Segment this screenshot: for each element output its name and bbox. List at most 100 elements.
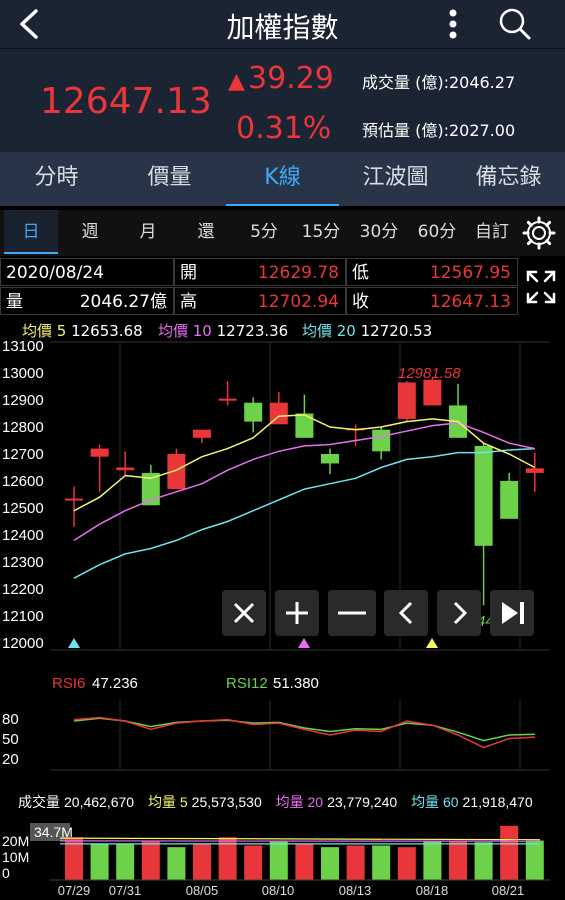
- candle-body: [321, 454, 339, 464]
- volume-bar: [116, 843, 135, 880]
- price-axis-label: 13100: [2, 338, 44, 355]
- period-week[interactable]: 週: [62, 210, 118, 254]
- period-5min[interactable]: 5分: [236, 210, 292, 254]
- price-axis-label: 12100: [2, 608, 44, 625]
- volume-bar: [449, 840, 467, 880]
- end-icon[interactable]: [490, 590, 534, 636]
- low-label: 低: [352, 263, 369, 283]
- ma20-marker: [68, 638, 80, 648]
- volume-bar: [141, 840, 160, 880]
- close-value: 12647.13: [429, 292, 511, 312]
- high-value: 12702.94: [257, 292, 339, 312]
- high-cell: 高 12702.94: [174, 287, 346, 315]
- rsi-axis-50: 50: [2, 731, 19, 748]
- close-cell: 收 12647.13: [346, 287, 518, 315]
- prev-icon[interactable]: [384, 590, 428, 636]
- candle-body: [65, 498, 83, 501]
- open-cell: 開 12629.78: [174, 258, 346, 286]
- rsi-axis-80: 80: [2, 711, 19, 728]
- volume-ma5-line: [59, 837, 541, 841]
- date-cell: 2020/08/24: [0, 258, 174, 286]
- tab-price-volume[interactable]: 價量: [113, 152, 226, 206]
- date-label: 08/21: [492, 883, 525, 898]
- price-axis-label: 12400: [2, 527, 44, 544]
- candle-body: [397, 382, 416, 419]
- volume-bar: [295, 843, 314, 880]
- price-axis-label: 12800: [2, 419, 44, 436]
- period-15min[interactable]: 15分: [292, 210, 350, 254]
- price-axis-label: 12600: [2, 473, 44, 490]
- volume-bar: [346, 845, 365, 880]
- candle-body: [474, 445, 493, 546]
- tab-intraday[interactable]: 分時: [0, 152, 113, 206]
- open-label: 開: [180, 263, 197, 283]
- tab-wave[interactable]: 江波圖: [339, 152, 452, 206]
- gear-icon[interactable]: [520, 214, 558, 252]
- rsi6-label: RSI6: [52, 675, 85, 692]
- page-title: 加權指數: [226, 11, 339, 44]
- date-label: 07/31: [109, 883, 142, 898]
- volume-legend: 成交量 20,462,670 均量 5 25,573,530 均量 20 23,779…: [18, 794, 533, 810]
- close-icon[interactable]: [222, 590, 266, 636]
- period-60min[interactable]: 60分: [408, 210, 466, 254]
- kline-chart[interactable]: 13100 13000 12900 12800 12700 12600 12500 12400…: [0, 330, 565, 900]
- rsi-axis-20: 20: [2, 751, 19, 768]
- ohlc-info: 2020/08/24 開 12629.78 低 12567.95 量 2046.27億…: [0, 258, 520, 316]
- ma10-marker: [298, 638, 310, 648]
- price-axis-label: 12900: [2, 392, 44, 409]
- volume-bar: [372, 845, 391, 880]
- rsi12-label: RSI12: [226, 675, 268, 692]
- ma20-line: [73, 447, 535, 579]
- period-day[interactable]: 日: [4, 210, 58, 254]
- zoom-out-icon[interactable]: [328, 590, 376, 636]
- period-month[interactable]: 月: [120, 210, 176, 254]
- candle-body: [423, 379, 442, 406]
- volume-cell: 量 2046.27億: [0, 287, 174, 315]
- up-arrow-icon: ▲: [228, 69, 245, 94]
- tab-memo[interactable]: 備忘錄: [452, 152, 565, 206]
- price-change-pct: 0.31%: [236, 111, 332, 146]
- close-label: 收: [352, 292, 369, 312]
- candle-body: [218, 398, 237, 401]
- volume-bar: [269, 840, 288, 880]
- period-adjusted[interactable]: 還: [178, 210, 234, 254]
- vol-label: 量: [6, 292, 23, 312]
- date-label: 08/10: [262, 883, 295, 898]
- price-axis-label: 12500: [2, 500, 44, 517]
- price-axis-label: 12300: [2, 554, 44, 571]
- period-custom[interactable]: 自訂: [468, 210, 516, 254]
- high-label: 高: [180, 292, 197, 312]
- date-label: 07/29: [58, 883, 91, 898]
- volume-bar: [423, 840, 442, 880]
- candle-body: [193, 429, 211, 438]
- volume-bar: [397, 847, 416, 880]
- more-vertical-icon[interactable]: [440, 6, 466, 42]
- period-30min[interactable]: 30分: [350, 210, 408, 254]
- ma5-marker: [426, 638, 438, 648]
- rsi6-value: 47.236: [92, 675, 138, 692]
- volume-label: 成交量 (億):2046.27: [362, 73, 516, 92]
- open-value: 12629.78: [257, 263, 339, 283]
- date-label: 08/13: [339, 883, 372, 898]
- low-value: 12567.95: [429, 263, 511, 283]
- volume-bar: [193, 843, 211, 880]
- period-selector: 日 週 月 還 5分 15分 30分 60分 自訂: [0, 210, 565, 256]
- index-price: 12647.13: [40, 81, 212, 122]
- candle-body: [525, 468, 544, 473]
- price-axis-label: 12000: [2, 635, 44, 652]
- rsi12-value: 51.380: [273, 675, 319, 692]
- price-axis-label: 12700: [2, 446, 44, 463]
- volume-bar: [167, 847, 186, 880]
- vol-value: 2046.27億: [79, 292, 167, 312]
- chart-tabs: 分時 價量 K線 江波圖 備忘錄: [0, 152, 565, 206]
- expand-icon[interactable]: [522, 264, 560, 310]
- tab-kline[interactable]: K線: [226, 152, 339, 206]
- search-icon[interactable]: [495, 6, 535, 42]
- candle-body: [90, 448, 109, 457]
- zoom-in-icon[interactable]: [275, 590, 319, 636]
- next-icon[interactable]: [437, 590, 481, 636]
- date-value: 2020/08/24: [6, 263, 104, 283]
- rsi6-line: [73, 716, 535, 749]
- top-bar: 加權指數: [0, 0, 565, 48]
- volume-bar: [90, 843, 109, 880]
